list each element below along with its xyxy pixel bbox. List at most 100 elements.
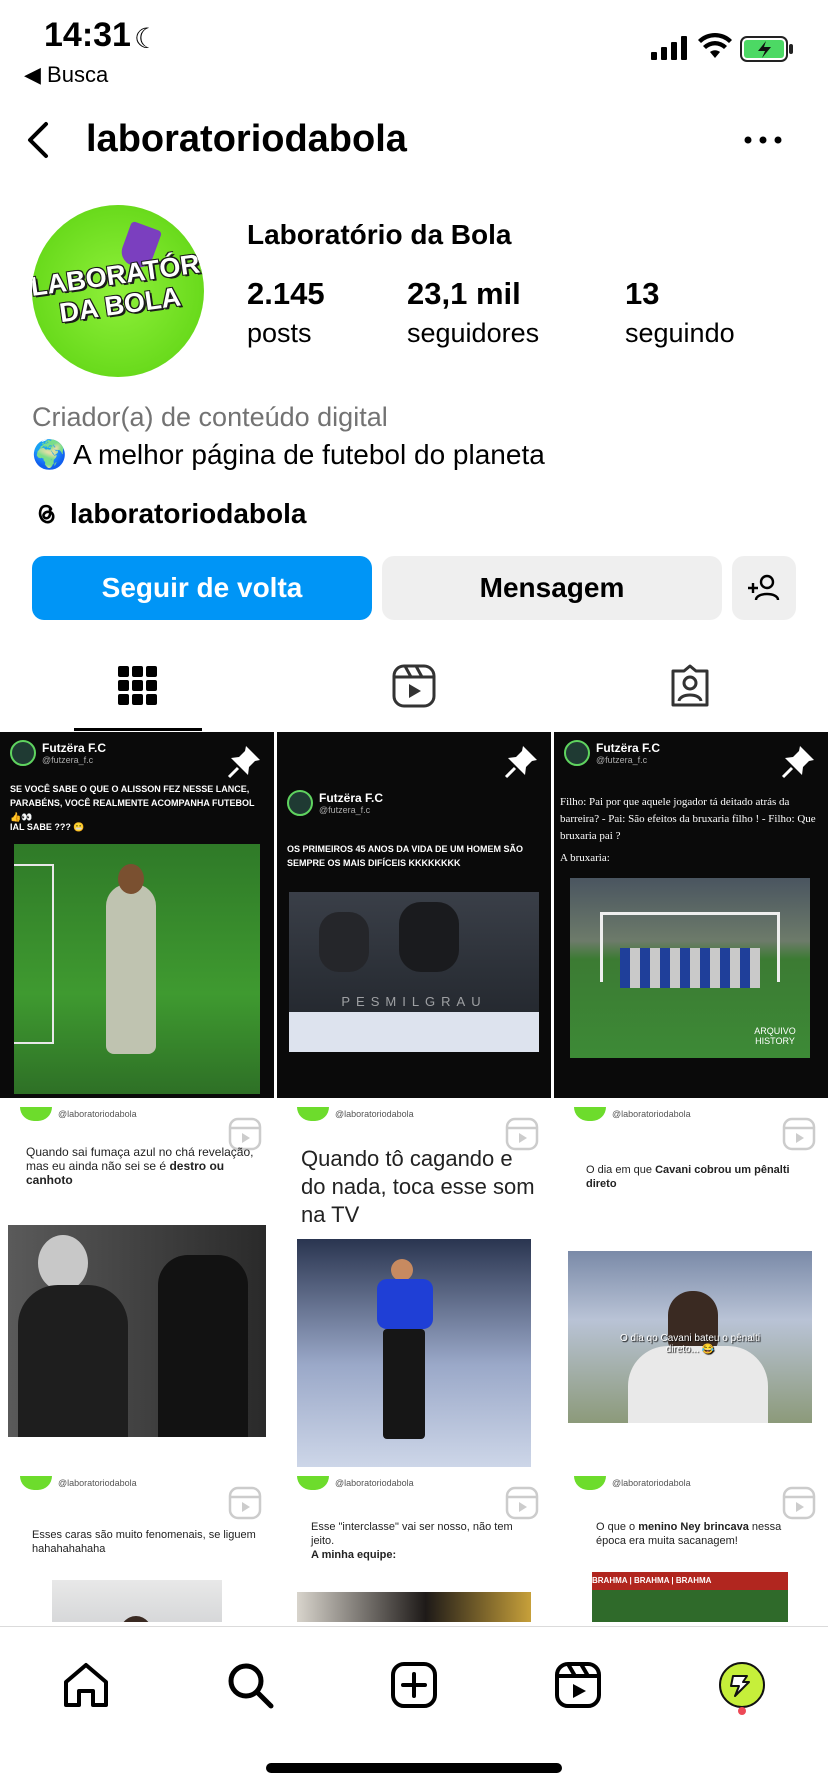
search-icon <box>228 1663 274 1709</box>
trousers <box>383 1329 425 1439</box>
grid-post[interactable]: Futzëra F.C @futzera_f.c Filho: Pai por q… <box>554 732 828 1098</box>
reel-badge-icon <box>782 1486 816 1520</box>
post-photo <box>297 1592 531 1622</box>
tab-reels[interactable] <box>276 640 552 732</box>
reels-nav-icon <box>555 1662 601 1708</box>
post-photo <box>8 1225 266 1437</box>
profile-avatar-icon <box>719 1662 765 1708</box>
grid-post[interactable]: @laboratoriodabola Esse "interclasse" va… <box>277 1470 551 1622</box>
display-name: Laboratório da Bola <box>247 219 512 250</box>
tagged-icon <box>671 664 709 707</box>
stat-following-value: 13 <box>625 276 660 311</box>
source-logo <box>574 1107 606 1121</box>
stat-followers[interactable]: 23,1 mil seguidores <box>407 276 539 349</box>
post-caption-2: IAL SABE ??? 😬 <box>10 822 85 832</box>
person-head <box>38 1235 88 1291</box>
ad-banner: BRAHMA | BRAHMA | BRAHMA <box>592 1572 788 1590</box>
post-caption: Quando sai fumaça azul no chá revelação,… <box>26 1145 254 1187</box>
person-head <box>391 1259 413 1281</box>
focus-moon-icon: ☾ <box>134 23 160 54</box>
home-icon <box>64 1663 108 1707</box>
nav-profile[interactable] <box>714 1657 770 1713</box>
back-to-app-link[interactable]: ◀ Busca <box>24 62 108 88</box>
stat-following-label: seguindo <box>625 318 735 348</box>
suggested-people-button[interactable] <box>732 556 796 620</box>
stat-followers-value: 23,1 mil <box>407 276 521 311</box>
player-shirt <box>628 1346 768 1423</box>
grid-post[interactable]: @laboratoriodabola Quando sai fumaça azu… <box>0 1101 274 1467</box>
back-chevron-icon[interactable] <box>18 118 62 162</box>
post-source: @laboratoriodabola <box>297 1107 414 1121</box>
pin-icon <box>781 746 814 779</box>
post-caption: Esse "interclasse" vai ser nosso, não te… <box>311 1521 513 1561</box>
post-source: @laboratoriodabola <box>20 1107 137 1121</box>
follow-back-button[interactable]: Seguir de volta <box>32 556 372 620</box>
post-caption: Filho: Pai por que aquele jogador tá dei… <box>560 796 816 842</box>
post-source: Futzëra F.C @futzera_f.c <box>10 740 106 766</box>
profile-category: Criador(a) de conteúdo digital <box>32 402 388 432</box>
status-bar: 14:31 ☾ ◀ Busca <box>0 0 828 100</box>
reel-badge-icon <box>505 1486 539 1520</box>
tab-tagged[interactable] <box>552 640 828 732</box>
source-logo <box>20 1107 52 1121</box>
post-caption: Quando tô cagando e do nada, toca esse s… <box>301 1146 535 1227</box>
nav-create[interactable] <box>386 1657 442 1713</box>
threads-handle: laboratoriodabola <box>70 498 307 529</box>
post-source: @laboratoriodabola <box>20 1476 137 1490</box>
profile-username: laboratoriodabola <box>86 118 407 160</box>
person-head <box>118 1616 154 1622</box>
post-caption: O dia em que Cavani cobrou um pênalti di… <box>586 1164 790 1190</box>
clock: 14:31 <box>44 16 131 54</box>
source-logo <box>564 740 590 766</box>
add-person-icon <box>748 574 780 601</box>
profile-header: laboratoriodabola <box>0 100 828 180</box>
glass-panel <box>289 1012 539 1052</box>
post-photo: BRAHMA | BRAHMA | BRAHMA <box>592 1572 788 1622</box>
post-photo: ARQUIVO HISTORY <box>570 878 810 1058</box>
grid-post[interactable]: @laboratoriodabola O dia em que Cavani c… <box>554 1101 828 1467</box>
grid-post[interactable]: @laboratoriodabola Esses caras são muito… <box>0 1470 274 1622</box>
grid-post[interactable]: @laboratoriodabola O que o menino Ney br… <box>554 1470 828 1622</box>
stat-followers-label: seguidores <box>407 318 540 348</box>
post-source: @laboratoriodabola <box>297 1476 414 1490</box>
grid-icon <box>118 666 157 705</box>
threads-link[interactable]: laboratoriodabola <box>32 498 306 530</box>
goalkeeper-figure <box>106 884 156 1054</box>
wifi-icon <box>698 32 732 58</box>
source-logo <box>297 1476 329 1490</box>
spectator-figure <box>319 912 369 972</box>
profile-avatar[interactable]: LABORATÓRIO DA BOLA <box>32 205 204 377</box>
post-photo <box>14 844 260 1094</box>
stat-posts[interactable]: 2.145 posts <box>247 276 325 349</box>
message-button[interactable]: Mensagem <box>382 556 722 620</box>
post-source: @laboratoriodabola <box>574 1476 691 1490</box>
wall-of-players <box>620 948 760 988</box>
posts-grid: Futzëra F.C @futzera_f.c SE VOCÊ SABE O Q… <box>0 732 828 1622</box>
source-logo <box>287 790 313 816</box>
grid-post[interactable]: @laboratoriodabola Quando tô cagando e d… <box>277 1101 551 1467</box>
profile-bio: 🌍 A melhor página de futebol do planeta <box>32 439 545 470</box>
spectator-figure <box>399 902 459 972</box>
tab-posts-grid[interactable] <box>0 640 276 732</box>
watermark: PESMILGRAU <box>341 994 487 1009</box>
post-photo: PESMILGRAU <box>289 892 539 1052</box>
nav-search[interactable] <box>222 1657 278 1713</box>
nav-home[interactable] <box>58 1657 114 1713</box>
more-icon[interactable] <box>738 122 788 158</box>
battery-icon <box>740 36 793 62</box>
stat-following[interactable]: 13 seguindo <box>625 276 735 349</box>
stat-posts-value: 2.145 <box>247 276 325 311</box>
blue-shirt <box>377 1279 433 1329</box>
avatar-logo-text: LABORATÓRIO DA BOLA <box>32 244 204 329</box>
nav-reels[interactable] <box>550 1657 606 1713</box>
pin-icon <box>504 746 537 779</box>
goal-frame <box>14 864 54 1044</box>
post-caption: OS PRIMEIROS 45 ANOS DA VIDA DE UM HOMEM… <box>287 844 524 868</box>
person-body <box>18 1285 128 1437</box>
signal-icon <box>651 36 687 60</box>
post-photo: O dia qo Cavani bateu o pênalti direto..… <box>568 1251 812 1423</box>
grid-post[interactable]: Futzëra F.C @futzera_f.c OS PRIMEIROS 45 … <box>277 732 551 1098</box>
grid-post[interactable]: Futzëra F.C @futzera_f.c SE VOCÊ SABE O Q… <box>0 732 274 1098</box>
post-caption: Esses caras são muito fenomenais, se lig… <box>32 1529 256 1555</box>
home-indicator <box>266 1763 562 1773</box>
